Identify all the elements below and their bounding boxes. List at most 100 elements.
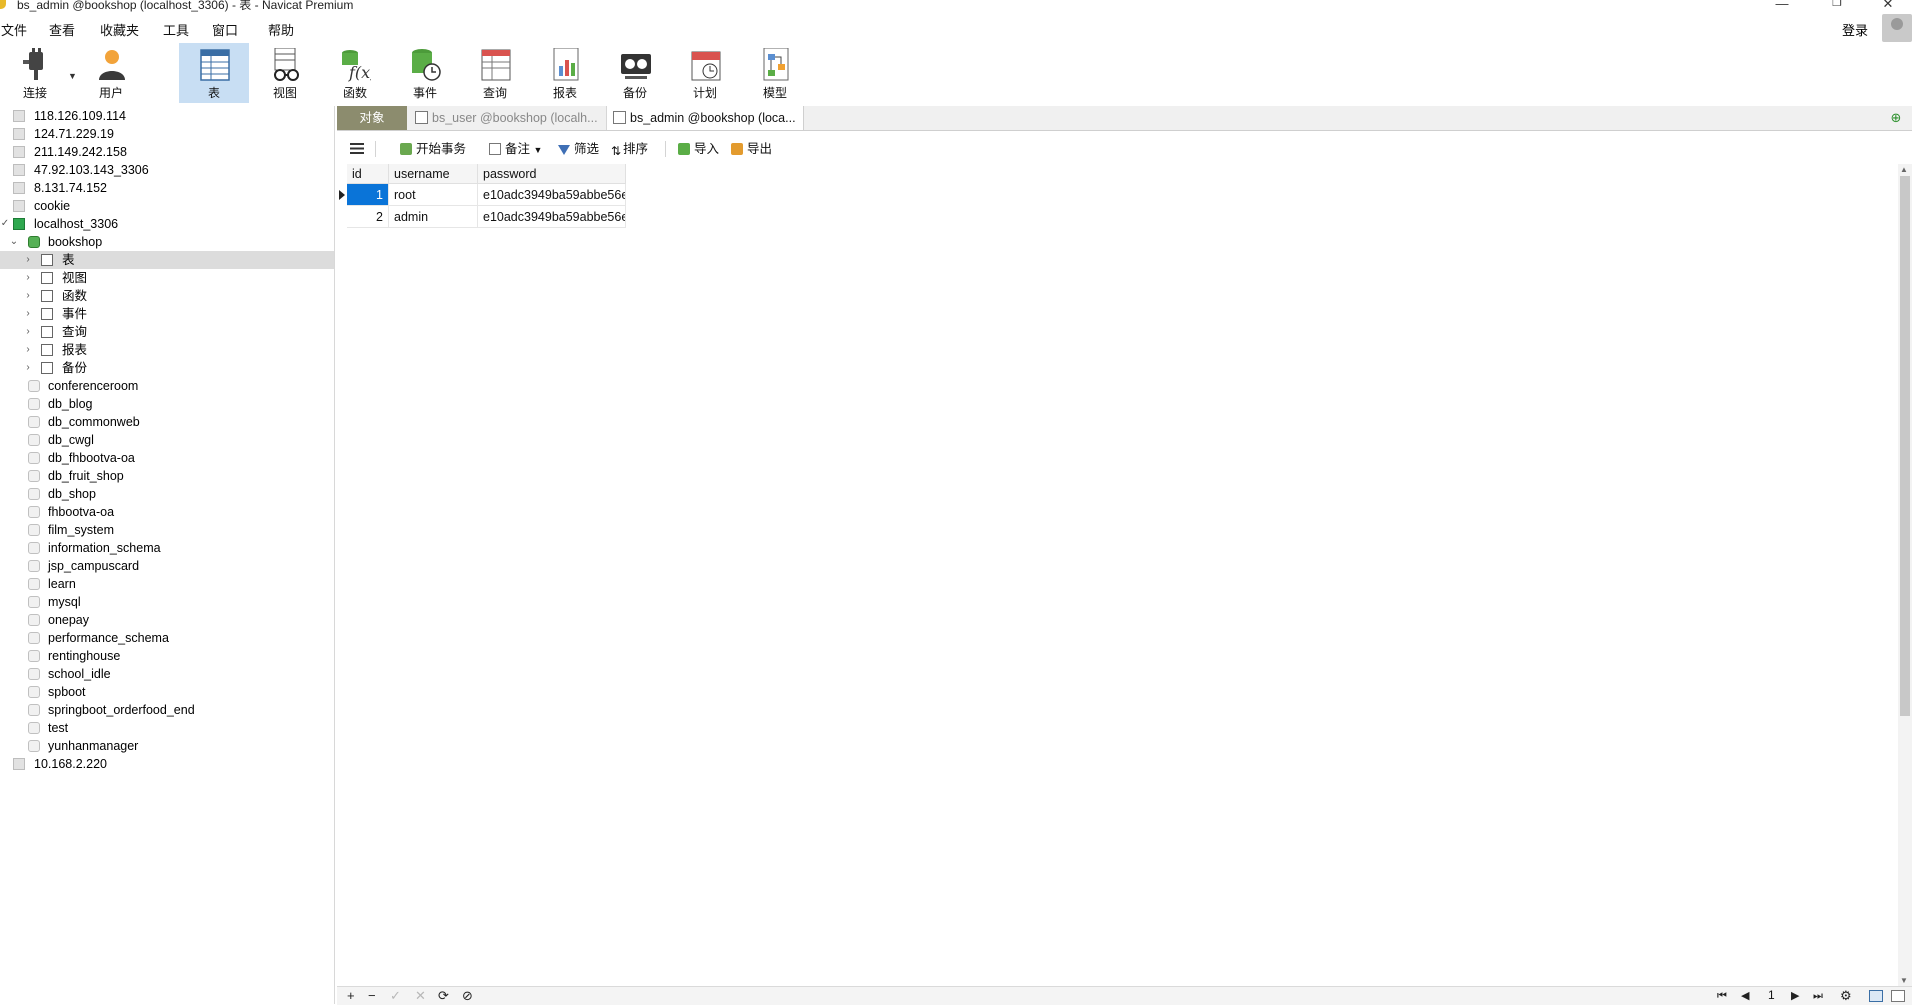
stop-icon[interactable]: ⊘ — [462, 988, 473, 1004]
column-header-username[interactable]: username — [389, 164, 478, 184]
toolbar-report-button[interactable]: 报表 — [530, 43, 600, 103]
toolbar-view-button[interactable]: 视图 — [250, 43, 320, 103]
chevron-down-icon[interactable]: ✓ — [0, 215, 10, 233]
sort-button[interactable]: ⇅ 排序 — [611, 140, 648, 158]
tree-database[interactable]: mysql — [0, 593, 334, 611]
menu-file[interactable]: 文件 — [1, 20, 27, 39]
tree-database[interactable]: school_idle — [0, 665, 334, 683]
toolbar-backup-button[interactable]: 备份 — [600, 43, 670, 103]
scrollbar-thumb[interactable] — [1900, 176, 1910, 716]
tree-database[interactable]: information_schema — [0, 539, 334, 557]
tree-database[interactable]: rentinghouse — [0, 647, 334, 665]
chevron-right-icon[interactable]: › — [23, 269, 33, 287]
import-button[interactable]: 导入 — [678, 140, 719, 158]
cell-id[interactable]: 2 — [347, 206, 389, 228]
scroll-up-icon[interactable]: ▲ — [1900, 165, 1908, 174]
toolbar-event-button[interactable]: 事件 — [390, 43, 460, 103]
tab-bs-user[interactable]: bs_user @bookshop (localh... — [409, 106, 607, 130]
login-link[interactable]: 登录 — [1842, 20, 1868, 39]
tree-connection[interactable]: 124.71.229.19 — [0, 125, 334, 143]
menu-tools[interactable]: 工具 — [163, 20, 189, 39]
next-page-icon[interactable]: ▶ — [1791, 988, 1799, 1004]
chevron-right-icon[interactable]: › — [23, 251, 33, 269]
tree-connection[interactable]: 10.168.2.220 — [0, 755, 334, 773]
grid-view-icon[interactable] — [1869, 990, 1883, 1002]
last-page-icon[interactable]: ⏭ — [1813, 988, 1823, 1004]
tree-connection[interactable]: 211.149.242.158 — [0, 143, 334, 161]
tree-database[interactable]: conferenceroom — [0, 377, 334, 395]
tree-database[interactable]: yunhanmanager — [0, 737, 334, 755]
chevron-right-icon[interactable]: › — [23, 341, 33, 359]
form-view-icon[interactable] — [1891, 990, 1905, 1002]
tree-object-node[interactable]: › 备份 — [0, 359, 334, 377]
cell-password[interactable]: e10adc3949ba59abbe56e — [478, 184, 626, 206]
maximize-button[interactable]: ❐ — [1827, 0, 1847, 9]
tree-connection[interactable]: cookie — [0, 197, 334, 215]
tree-object-node[interactable]: › 报表 — [0, 341, 334, 359]
toolbar-query-button[interactable]: 查询 — [460, 43, 530, 103]
avatar[interactable] — [1882, 14, 1912, 42]
chevron-right-icon[interactable]: › — [23, 359, 33, 377]
toolbar-schedule-button[interactable]: 计划 — [670, 43, 740, 103]
tree-connection[interactable]: 8.131.74.152 — [0, 179, 334, 197]
toolbar-connection-button[interactable]: ▼ 连接 — [0, 43, 77, 103]
column-header-id[interactable]: id — [347, 164, 389, 184]
page-number[interactable]: 1 — [1768, 988, 1775, 1002]
refresh-icon[interactable]: ⟳ — [438, 988, 449, 1004]
tree-connection-active[interactable]: ✓ localhost_3306 — [0, 215, 334, 233]
tree-database[interactable]: jsp_campuscard — [0, 557, 334, 575]
tree-database[interactable]: springboot_orderfood_end — [0, 701, 334, 719]
column-header-password[interactable]: password — [478, 164, 626, 184]
gear-icon[interactable]: ⚙ — [1840, 988, 1852, 1004]
tree-database[interactable]: spboot — [0, 683, 334, 701]
memo-button[interactable]: 备注 ▼ — [489, 140, 542, 158]
tree-database[interactable]: learn — [0, 575, 334, 593]
vertical-scrollbar[interactable]: ▲ ▼ — [1898, 164, 1912, 986]
menu-icon[interactable] — [350, 143, 364, 154]
tree-database[interactable]: film_system — [0, 521, 334, 539]
menu-help[interactable]: 帮助 — [268, 20, 294, 39]
add-record-icon[interactable]: + — [347, 988, 355, 1004]
tree-database[interactable]: db_commonweb — [0, 413, 334, 431]
menu-window[interactable]: 窗口 — [212, 20, 238, 39]
cell-id[interactable]: 1 — [347, 184, 389, 206]
tree-object-node[interactable]: › 查询 — [0, 323, 334, 341]
first-page-icon[interactable]: ⏮ — [1717, 988, 1727, 1004]
tree-database[interactable]: test — [0, 719, 334, 737]
tree-database[interactable]: db_cwgl — [0, 431, 334, 449]
cell-username[interactable]: admin — [389, 206, 478, 228]
menu-favorites[interactable]: 收藏夹 — [100, 20, 139, 39]
tree-database[interactable]: db_shop — [0, 485, 334, 503]
toolbar-model-button[interactable]: 模型 — [740, 43, 810, 103]
tree-connection[interactable]: 47.92.103.143_3306 — [0, 161, 334, 179]
export-button[interactable]: 导出 — [731, 140, 772, 158]
new-tab-icon[interactable]: ⊕ — [1888, 110, 1904, 126]
tree-connection[interactable]: 118.126.109.114 — [0, 107, 334, 125]
menu-view[interactable]: 查看 — [49, 20, 75, 39]
tree-object-node[interactable]: › 视图 — [0, 269, 334, 287]
toolbar-function-button[interactable]: f(x) 函数 — [320, 43, 390, 103]
toolbar-user-button[interactable]: 用户 — [76, 43, 146, 103]
chevron-right-icon[interactable]: › — [23, 287, 33, 305]
scroll-down-icon[interactable]: ▼ — [1900, 976, 1908, 985]
apply-changes-icon[interactable]: ✓ — [390, 988, 401, 1004]
chevron-right-icon[interactable]: › — [23, 323, 33, 341]
cell-password[interactable]: e10adc3949ba59abbe56e — [478, 206, 626, 228]
tree-database[interactable]: db_fruit_shop — [0, 467, 334, 485]
tree-object-node[interactable]: › 表 — [0, 251, 334, 269]
tab-bs-admin[interactable]: bs_admin @bookshop (loca... — [607, 106, 804, 130]
tree-database[interactable]: db_fhbootva-oa — [0, 449, 334, 467]
toolbar-table-button[interactable]: 表 — [179, 43, 249, 103]
previous-page-icon[interactable]: ◀ — [1741, 988, 1749, 1004]
chevron-down-icon[interactable]: ⌄ — [9, 233, 19, 251]
tree-database[interactable]: onepay — [0, 611, 334, 629]
chevron-right-icon[interactable]: › — [23, 305, 33, 323]
minimize-button[interactable]: — — [1772, 0, 1792, 11]
tree-database-active[interactable]: ⌄ bookshop — [0, 233, 334, 251]
tree-object-node[interactable]: › 事件 — [0, 305, 334, 323]
discard-changes-icon[interactable]: ✕ — [415, 988, 426, 1004]
tree-database[interactable]: performance_schema — [0, 629, 334, 647]
tree-object-node[interactable]: › 函数 — [0, 287, 334, 305]
tree-database[interactable]: db_blog — [0, 395, 334, 413]
tab-objects[interactable]: 对象 — [337, 106, 407, 130]
